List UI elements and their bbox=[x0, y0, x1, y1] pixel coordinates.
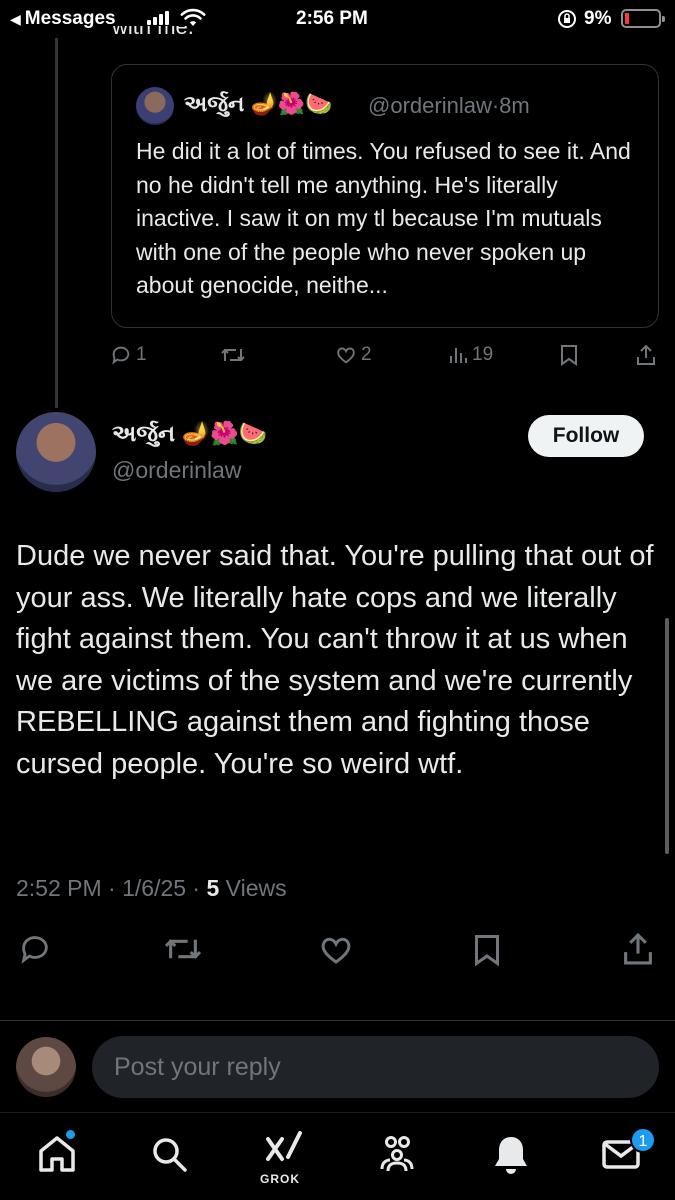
tweet-share-button[interactable] bbox=[622, 932, 654, 966]
tweet-repost-button[interactable] bbox=[162, 932, 204, 966]
views-action[interactable]: 19 bbox=[448, 344, 493, 366]
battery-percent: 9% bbox=[584, 8, 612, 29]
share-icon bbox=[624, 932, 652, 965]
analytics-icon bbox=[450, 348, 467, 363]
home-icon bbox=[39, 1136, 75, 1172]
signal-icon bbox=[147, 11, 169, 25]
communities-icon bbox=[380, 1136, 414, 1172]
reply-count: 1 bbox=[136, 344, 147, 365]
repost-action[interactable] bbox=[220, 344, 246, 366]
tab-communities[interactable] bbox=[376, 1133, 418, 1180]
bookmark-action[interactable] bbox=[559, 344, 579, 366]
bookmark-icon bbox=[561, 345, 577, 366]
heart-icon bbox=[321, 937, 351, 964]
status-time: 2:56 PM bbox=[296, 8, 368, 29]
tab-grok[interactable] bbox=[262, 1127, 304, 1174]
view-count[interactable]: 5 bbox=[206, 875, 219, 901]
reply-icon bbox=[21, 936, 48, 964]
share-action[interactable] bbox=[636, 344, 656, 366]
repost-icon bbox=[164, 939, 202, 959]
reply-icon bbox=[112, 346, 130, 365]
reply-input[interactable] bbox=[92, 1036, 659, 1098]
like-action[interactable]: 2 bbox=[335, 344, 372, 366]
quoted-action-bar: 1 2 19 bbox=[0, 344, 675, 374]
bookmark-icon bbox=[475, 935, 499, 967]
orientation-lock-icon bbox=[558, 10, 576, 28]
tweet-timestamp: 2:52 PM · 1/6/25 · bbox=[16, 875, 207, 901]
grok-icon bbox=[266, 1131, 302, 1161]
tweet-reply-button[interactable] bbox=[18, 932, 52, 966]
like-count: 2 bbox=[361, 344, 372, 365]
back-arrow-icon: ◀ bbox=[10, 10, 21, 27]
reply-action[interactable]: 1 bbox=[110, 344, 147, 366]
tweet-action-bar bbox=[0, 932, 675, 972]
search-icon bbox=[153, 1138, 187, 1172]
follow-button[interactable]: Follow bbox=[528, 415, 644, 457]
my-avatar[interactable] bbox=[16, 1037, 76, 1097]
previous-tweet-fragment: with me. bbox=[112, 26, 194, 39]
author-avatar[interactable] bbox=[16, 412, 96, 492]
heart-icon bbox=[337, 347, 355, 364]
home-notification-dot bbox=[66, 1130, 75, 1139]
divider bbox=[0, 1020, 675, 1021]
quoted-avatar[interactable] bbox=[136, 87, 174, 125]
status-bar: ◀ Messages 2:56 PM 9% bbox=[0, 0, 675, 38]
views-count: 19 bbox=[472, 344, 494, 365]
quoted-author-name: અર્જુન 🪔🌺🍉 bbox=[184, 91, 333, 116]
repost-icon bbox=[221, 348, 245, 362]
tweet-like-button[interactable] bbox=[318, 932, 354, 968]
views-label: Views bbox=[219, 875, 287, 901]
tab-search[interactable] bbox=[148, 1133, 190, 1180]
share-icon bbox=[637, 344, 655, 365]
messages-badge: 1 bbox=[630, 1127, 656, 1153]
back-to-messages[interactable]: ◀ Messages bbox=[10, 8, 116, 30]
grok-label: GROK bbox=[260, 1172, 300, 1186]
battery-icon bbox=[621, 9, 665, 28]
tweet-bookmark-button[interactable] bbox=[472, 932, 502, 968]
back-label: Messages bbox=[24, 8, 116, 29]
bottom-tab-bar bbox=[0, 1112, 675, 1200]
author-name[interactable]: અર્જુન 🪔🌺🍉 bbox=[112, 420, 267, 447]
wifi-icon bbox=[180, 8, 206, 26]
author-handle[interactable]: @orderinlaw bbox=[112, 457, 241, 484]
tab-notifications[interactable] bbox=[490, 1133, 532, 1180]
quoted-reply-card[interactable]: અર્જુન 🪔🌺🍉 @orderinlaw·8m He did it a lo… bbox=[111, 64, 659, 328]
scrollbar[interactable] bbox=[665, 618, 669, 854]
bell-icon bbox=[495, 1137, 527, 1174]
quoted-reply-text: He did it a lot of times. You refused to… bbox=[136, 138, 631, 298]
tweet-meta: 2:52 PM · 1/6/25 · 5 Views bbox=[16, 875, 287, 902]
quoted-author-handle: @orderinlaw·8m bbox=[368, 93, 530, 118]
tweet-text: Dude we never said that. You're pulling … bbox=[16, 540, 654, 780]
tab-home[interactable] bbox=[36, 1133, 78, 1180]
